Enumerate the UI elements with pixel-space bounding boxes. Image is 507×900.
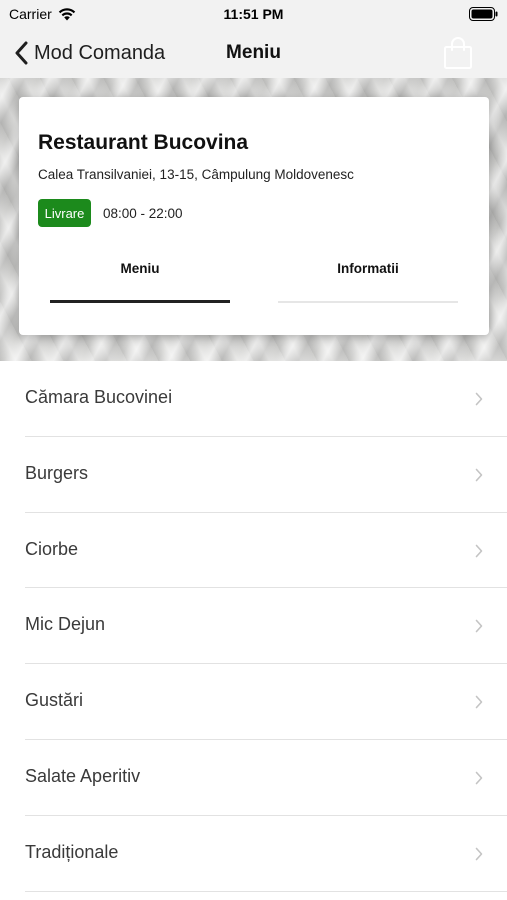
chevron-right-icon [475,771,483,785]
category-label: Cămara Bucovinei [25,387,173,407]
category-list: Cămara Bucovinei Burgers Ciorbe Mic Deju… [0,361,507,892]
delivery-badge: Livrare [38,199,91,227]
restaurant-name: Restaurant Bucovina [38,131,249,154]
navigation-bar: Mod Comanda Meniu [0,28,507,78]
battery-icon [469,7,498,21]
clock: 11:51 PM [223,6,284,22]
chevron-right-icon [475,468,483,482]
category-item[interactable]: Burgers [25,437,507,513]
category-item[interactable]: Salate Aperitiv [25,740,507,816]
category-label: Burgers [25,462,89,483]
opening-hours: 08:00 - 22:00 [103,206,183,221]
category-label: Salate Aperitiv [25,765,141,786]
tab-meniu-label: Meniu [120,261,160,276]
category-label: Ciorbe [25,538,79,559]
chevron-right-icon [475,620,483,633]
back-button[interactable]: Mod Comanda [14,39,165,67]
restaurant-address: Calea Transilvaniei, 13-15, Câmpulung Mo… [38,167,354,182]
tab-informatii-indicator [278,301,458,303]
tab-informatii[interactable]: Informatii [278,257,458,303]
status-bar: Carrier 11:51 PM [0,0,507,28]
chevron-left-icon [15,41,28,65]
category-item[interactable]: Ciorbe [25,513,507,589]
category-item[interactable]: Gustări [25,664,507,740]
tab-meniu-active-indicator [50,300,230,303]
back-button-label: Mod Comanda [34,41,166,64]
tab-informatii-label: Informatii [337,261,399,276]
category-item[interactable]: Cămara Bucovinei [25,361,507,437]
category-label: Mic Dejun [25,614,106,635]
category-label: Tradiționale [25,841,119,862]
chevron-right-icon [475,847,483,861]
category-item[interactable]: Mic Dejun [25,588,507,665]
restaurant-info-card: Restaurant Bucovina Calea Transilvaniei,… [19,97,489,335]
category-item[interactable]: Tradiționale [25,816,507,892]
chevron-right-icon [475,392,483,406]
shopping-bag-icon[interactable] [443,36,473,70]
chevron-right-icon [475,544,483,557]
category-label: Gustări [25,690,84,711]
chevron-right-icon [475,695,483,709]
tab-meniu[interactable]: Meniu [50,257,230,303]
